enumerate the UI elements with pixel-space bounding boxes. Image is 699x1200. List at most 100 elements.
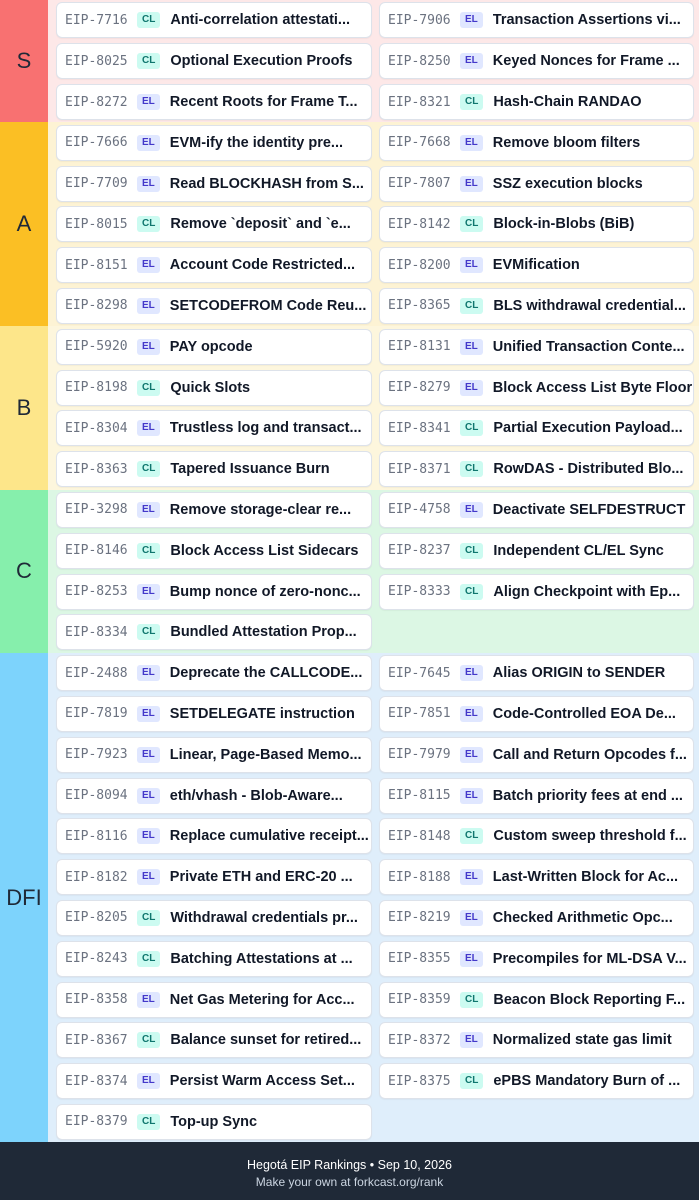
- layer-badge: EL: [137, 787, 160, 804]
- eip-card[interactable]: EIP-7819 EL SETDELEGATE instruction: [56, 695, 372, 732]
- layer-badge: EL: [460, 53, 483, 70]
- eip-card[interactable]: EIP-8375 CL ePBS Mandatory Burn of ...: [379, 1063, 694, 1100]
- eip-number: EIP-8379: [65, 1114, 128, 1130]
- eip-number: EIP-8198: [65, 380, 128, 396]
- eip-card[interactable]: EIP-7709 EL Read BLOCKHASH from S...: [56, 165, 372, 202]
- eip-title: EVMification: [492, 257, 580, 274]
- eip-card[interactable]: EIP-7645 EL Alias ORIGIN to SENDER: [379, 655, 694, 692]
- layer-badge: EL: [137, 869, 160, 886]
- eip-card[interactable]: EIP-8379 CL Top-up Sync: [56, 1103, 372, 1140]
- layer-badge: EL: [460, 134, 483, 151]
- eip-number: EIP-7716: [65, 12, 128, 28]
- eip-card[interactable]: EIP-7807 EL SSZ execution blocks: [379, 165, 694, 202]
- eip-card[interactable]: EIP-8115 EL Batch priority fees at end ...: [379, 777, 694, 814]
- eip-card[interactable]: EIP-8148 CL Custom sweep threshold f...: [379, 818, 694, 855]
- eip-card[interactable]: EIP-8355 EL Precompiles for ML-DSA V...: [379, 940, 694, 977]
- layer-badge: EL: [460, 1032, 483, 1049]
- eip-number: EIP-8182: [65, 869, 128, 885]
- eip-card[interactable]: EIP-8116 EL Replace cumulative receipt...: [56, 818, 372, 855]
- eip-card[interactable]: EIP-7979 EL Call and Return Opcodes f...: [379, 736, 694, 773]
- eip-card[interactable]: EIP-8363 CL Tapered Issuance Burn: [56, 451, 372, 488]
- eip-card[interactable]: EIP-7668 EL Remove bloom filters: [379, 124, 694, 161]
- eip-title: Align Checkpoint with Ep...: [493, 583, 681, 600]
- eip-number: EIP-8115: [388, 788, 451, 804]
- eip-card[interactable]: EIP-8151 EL Account Code Restricted...: [56, 247, 372, 284]
- eip-card[interactable]: EIP-7666 EL EVM-ify the identity pre...: [56, 124, 372, 161]
- eip-title: Keyed Nonces for Frame ...: [492, 53, 680, 70]
- eip-card[interactable]: EIP-3298 EL Remove storage-clear re...: [56, 491, 372, 528]
- eip-title: Private ETH and ERC-20 ...: [169, 869, 353, 886]
- eip-card[interactable]: EIP-8341 CL Partial Execution Payload...: [379, 410, 694, 447]
- eip-title: Beacon Block Reporting F...: [493, 991, 686, 1008]
- eip-card[interactable]: EIP-8182 EL Private ETH and ERC-20 ...: [56, 859, 372, 896]
- eip-card[interactable]: EIP-7851 EL Code-Controlled EOA De...: [379, 695, 694, 732]
- eip-title: Alias ORIGIN to SENDER: [492, 665, 666, 682]
- eip-card[interactable]: EIP-8025 CL Optional Execution Proofs: [56, 43, 372, 80]
- eip-number: EIP-8374: [65, 1073, 128, 1089]
- eip-card[interactable]: EIP-8237 CL Independent CL/EL Sync: [379, 532, 694, 569]
- eip-card[interactable]: EIP-8094 EL eth/vhash - Blob-Aware...: [56, 777, 372, 814]
- eip-card[interactable]: EIP-8321 CL Hash-Chain RANDAO: [379, 84, 694, 120]
- eip-title: Net Gas Metering for Acc...: [169, 991, 355, 1008]
- layer-badge: EL: [137, 991, 160, 1008]
- footer-link-text[interactable]: Make your own at forkcast.org/rank: [0, 1175, 699, 1189]
- eip-card[interactable]: EIP-8146 CL Block Access List Sidecars: [56, 532, 372, 569]
- eip-number: EIP-7979: [388, 747, 451, 763]
- eip-title: Hash-Chain RANDAO: [493, 94, 642, 110]
- eip-title: Trustless log and transact...: [169, 420, 362, 437]
- eip-card[interactable]: EIP-8367 CL Balance sunset for retired...: [56, 1022, 372, 1059]
- eip-card[interactable]: EIP-8298 EL SETCODEFROM Code Reu...: [56, 287, 372, 324]
- eip-title: ePBS Mandatory Burn of ...: [493, 1073, 681, 1090]
- eip-card[interactable]: EIP-8253 EL Bump nonce of zero-nonc...: [56, 573, 372, 610]
- eip-card[interactable]: EIP-2488 EL Deprecate the CALLCODE...: [56, 655, 372, 692]
- eip-number: EIP-8148: [388, 828, 451, 844]
- layer-badge: CL: [460, 420, 484, 437]
- layer-badge: CL: [460, 583, 484, 600]
- eip-card[interactable]: EIP-8188 EL Last-Written Block for Ac...: [379, 859, 694, 896]
- eip-card[interactable]: EIP-8304 EL Trustless log and transact...: [56, 410, 372, 447]
- eip-card[interactable]: EIP-7906 EL Transaction Assertions vi...: [379, 2, 694, 39]
- eip-card[interactable]: EIP-8200 EL EVMification: [379, 247, 694, 284]
- eip-card[interactable]: EIP-8333 CL Align Checkpoint with Ep...: [379, 573, 694, 610]
- eip-title: Custom sweep threshold f...: [493, 828, 687, 845]
- eip-number: EIP-8279: [388, 380, 451, 396]
- eip-card[interactable]: EIP-5920 EL PAY opcode: [56, 328, 372, 365]
- eip-card[interactable]: EIP-8371 CL RowDAS - Distributed Blo...: [379, 451, 694, 488]
- eip-number: EIP-8094: [65, 788, 128, 804]
- eip-card[interactable]: EIP-8198 CL Quick Slots: [56, 369, 372, 406]
- eip-title: Top-up Sync: [170, 1113, 258, 1130]
- eip-card[interactable]: EIP-8358 EL Net Gas Metering for Acc...: [56, 981, 372, 1018]
- eip-card[interactable]: EIP-8365 CL BLS withdrawal credential...: [379, 287, 694, 324]
- eip-card[interactable]: EIP-7716 CL Anti-correlation attestati...: [56, 2, 372, 39]
- eip-card[interactable]: EIP-8142 CL Block-in-Blobs (BiB): [379, 206, 694, 243]
- eip-card[interactable]: EIP-8374 EL Persist Warm Access Set...: [56, 1063, 372, 1100]
- eip-card[interactable]: EIP-8359 CL Beacon Block Reporting F...: [379, 981, 694, 1018]
- eip-card[interactable]: EIP-8250 EL Keyed Nonces for Frame ...: [379, 43, 694, 80]
- eip-card[interactable]: EIP-8015 CL Remove `deposit` and `e...: [56, 206, 372, 243]
- eip-number: EIP-8219: [388, 910, 451, 926]
- eip-card[interactable]: EIP-7923 EL Linear, Page-Based Memo...: [56, 736, 372, 773]
- tier-label: S: [0, 0, 48, 123]
- eip-number: EIP-8363: [65, 461, 128, 477]
- eip-card[interactable]: EIP-8219 EL Checked Arithmetic Opc...: [379, 899, 694, 936]
- eip-title: SETCODEFROM Code Reu...: [169, 297, 367, 314]
- eip-number: EIP-8358: [65, 992, 128, 1008]
- eip-title: Transaction Assertions vi...: [492, 12, 681, 29]
- layer-badge: EL: [137, 420, 160, 437]
- eip-card[interactable]: EIP-8334 CL Bundled Attestation Prop...: [56, 614, 372, 651]
- eip-card[interactable]: EIP-8243 CL Batching Attestations at ...: [56, 940, 372, 977]
- eip-card[interactable]: EIP-8272 EL Recent Roots for Frame T...: [56, 84, 372, 120]
- tier-items: EIP-2488 EL Deprecate the CALLCODE... EIP-7…: [48, 652, 699, 1143]
- eip-card[interactable]: EIP-8279 EL Block Access List Byte Floor: [379, 369, 694, 406]
- eip-card[interactable]: EIP-8131 EL Unified Transaction Conte...: [379, 328, 694, 365]
- eip-card[interactable]: EIP-8205 CL Withdrawal credentials pr...: [56, 899, 372, 936]
- eip-card[interactable]: EIP-8372 EL Normalized state gas limit: [379, 1022, 694, 1059]
- eip-card[interactable]: EIP-4758 EL Deactivate SELFDESTRUCT: [379, 491, 694, 528]
- eip-number: EIP-8365: [388, 298, 451, 314]
- footer: Hegotá EIP Rankings • Sep 10, 2026 Make …: [0, 1148, 699, 1200]
- layer-badge: CL: [137, 624, 161, 641]
- layer-badge: EL: [460, 746, 483, 763]
- tier-label: A: [0, 122, 48, 327]
- tier-items: EIP-5920 EL PAY opcode EIP-8131 EL Unified Tr…: [48, 326, 699, 490]
- layer-badge: EL: [460, 379, 483, 396]
